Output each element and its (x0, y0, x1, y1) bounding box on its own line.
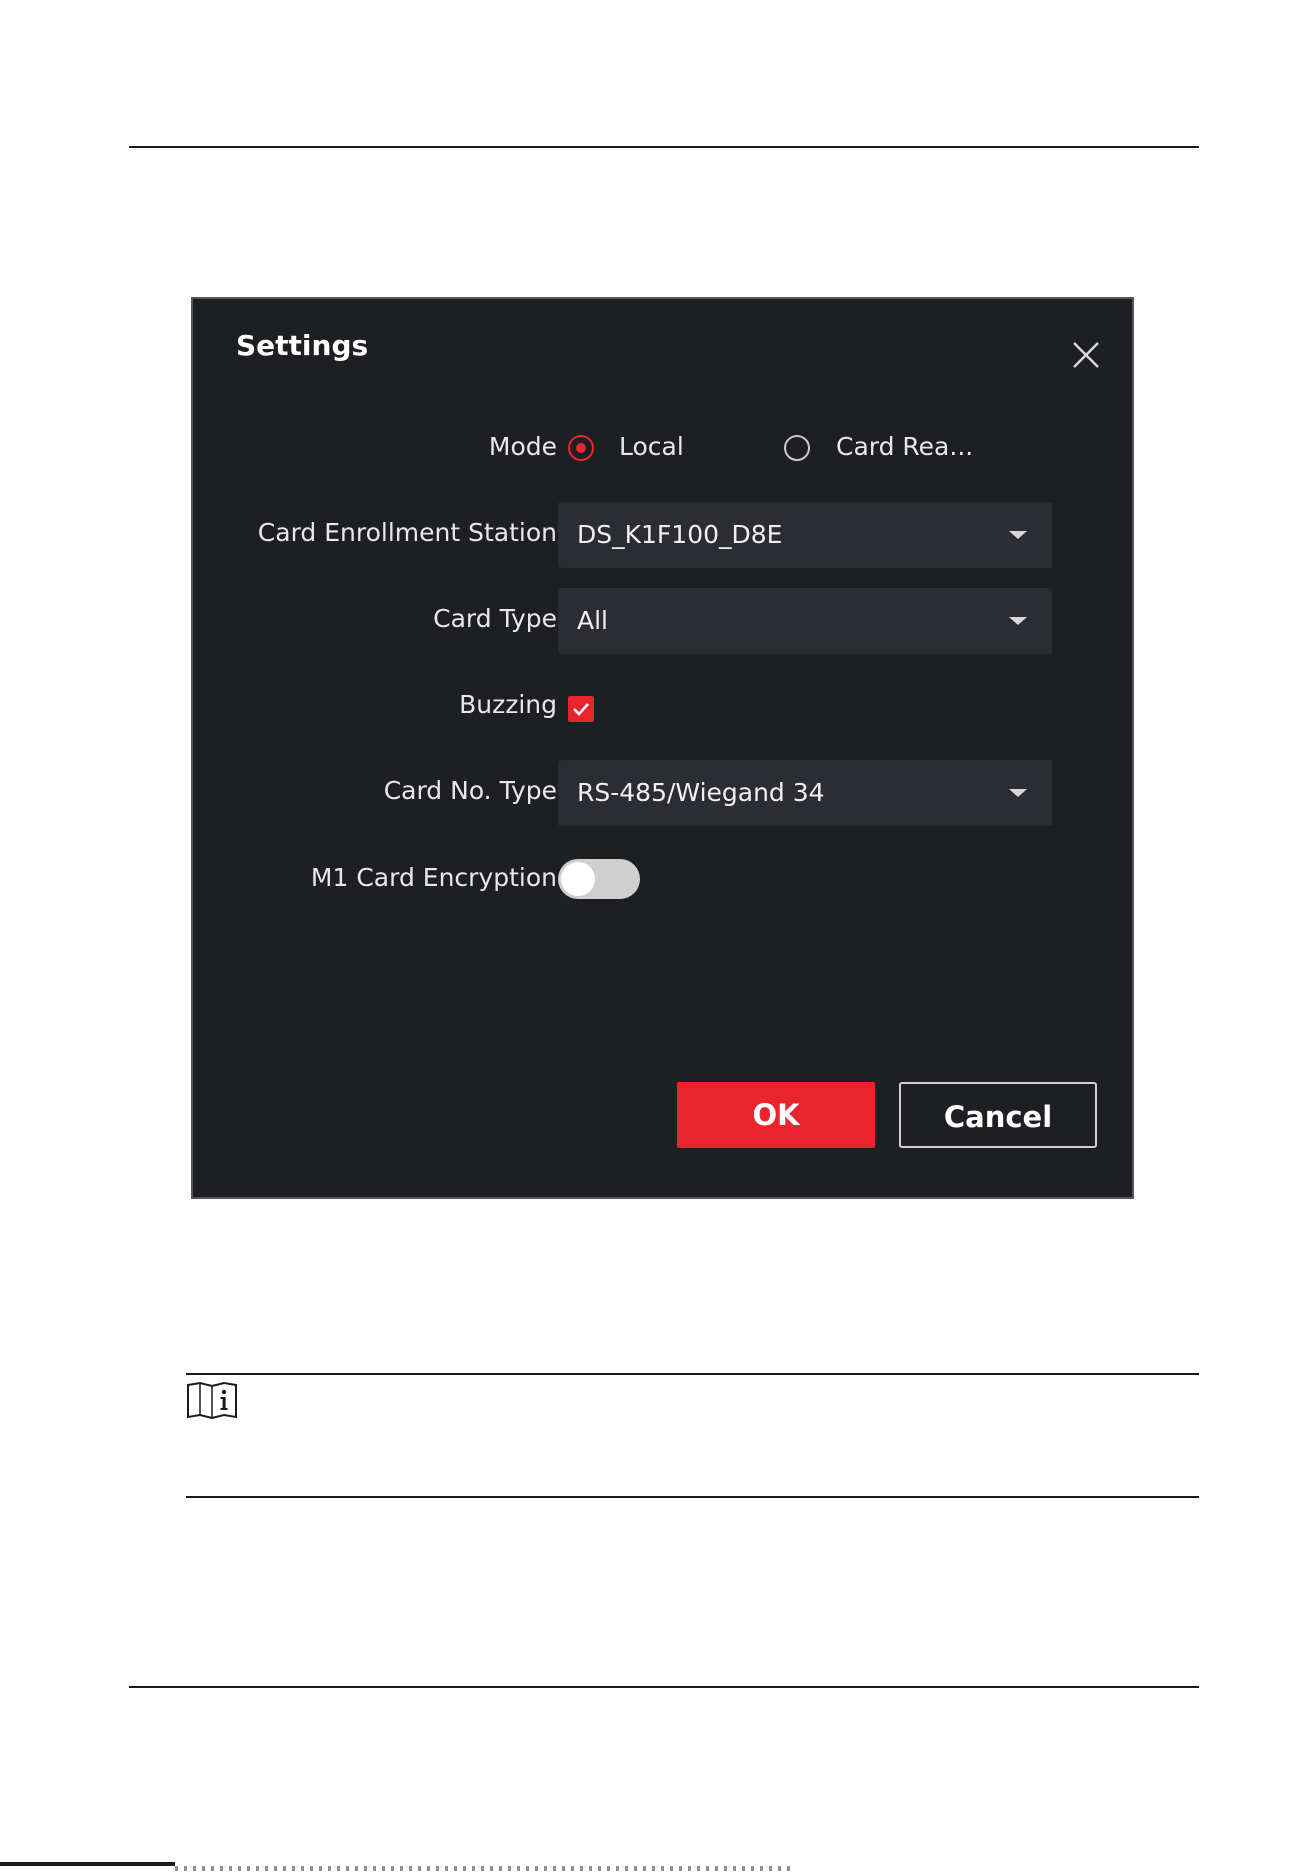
caret-down-icon (1009, 617, 1027, 625)
check-icon (573, 703, 589, 716)
settings-dialog: Settings Mode Local Card Rea... Card Enr… (191, 297, 1134, 1199)
ok-button[interactable]: OK (677, 1082, 875, 1148)
footer-artifact (175, 1866, 795, 1871)
toggle-knob (561, 862, 595, 896)
note-top-rule (186, 1373, 1199, 1375)
radio-card-reader-label[interactable]: Card Rea... (836, 432, 973, 461)
close-button[interactable] (1070, 339, 1102, 371)
card-type-select[interactable]: All (558, 588, 1052, 654)
card-no-type-select[interactable]: RS-485/Wiegand 34 (558, 760, 1052, 826)
caret-down-icon (1009, 789, 1027, 797)
close-icon (1073, 342, 1099, 368)
note-bottom-rule (186, 1496, 1199, 1498)
m1-card-encryption-label: M1 Card Encryption (310, 863, 557, 892)
card-enrollment-station-label: Card Enrollment Station (257, 518, 557, 547)
card-enrollment-station-select[interactable]: DS_K1F100_D8E (558, 502, 1052, 568)
cancel-button[interactable]: Cancel (899, 1082, 1097, 1148)
mode-label: Mode (488, 432, 557, 461)
radio-local[interactable] (568, 435, 594, 461)
buzzing-checkbox[interactable] (568, 696, 594, 722)
card-type-label: Card Type (433, 604, 557, 633)
header-rule (129, 146, 1199, 148)
buzzing-label: Buzzing (459, 690, 557, 719)
radio-card-reader[interactable] (784, 435, 810, 461)
footer-rule (129, 1686, 1199, 1688)
card-enrollment-station-value: DS_K1F100_D8E (577, 520, 783, 549)
card-type-value: All (577, 606, 608, 635)
m1-card-encryption-toggle[interactable] (558, 859, 640, 899)
caret-down-icon (1009, 531, 1027, 539)
note-info-icon (186, 1381, 238, 1420)
card-no-type-value: RS-485/Wiegand 34 (577, 778, 825, 807)
radio-local-label[interactable]: Local (619, 432, 684, 461)
footer-strip (0, 1862, 175, 1866)
dialog-title: Settings (236, 329, 369, 362)
card-no-type-label: Card No. Type (383, 776, 557, 805)
